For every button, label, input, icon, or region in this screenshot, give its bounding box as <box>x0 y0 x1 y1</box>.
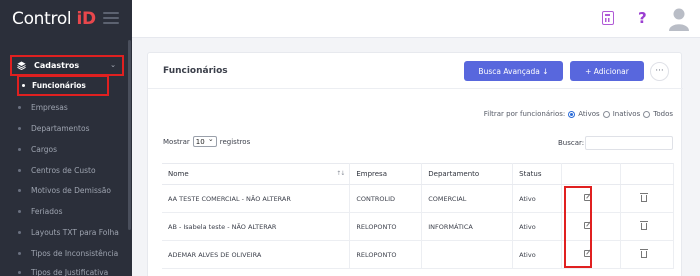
bullet-icon <box>22 84 25 87</box>
radio-todos[interactable] <box>643 110 651 118</box>
bullet-icon <box>18 105 21 109</box>
bullet-icon <box>18 126 21 130</box>
cell-status: Ativo <box>512 184 563 213</box>
search-input[interactable] <box>585 136 673 150</box>
sidebar-item-label: Empresas <box>31 102 68 112</box>
column-header-nome[interactable]: Nome ↑↓ <box>162 163 351 185</box>
cell-departamento: COMERCIAL <box>421 184 514 213</box>
column-header-departamento[interactable]: Departamento <box>421 163 514 185</box>
show-suffix: registros <box>219 137 251 146</box>
sidebar-item-cargos[interactable]: Cargos <box>18 143 57 155</box>
filter-label: Filtrar por funcionários: <box>483 110 566 118</box>
sidebar-item-departamentos[interactable]: Departamentos <box>18 122 89 134</box>
user-avatar-icon[interactable] <box>668 7 690 31</box>
trash-icon[interactable] <box>640 221 649 230</box>
employees-table: Nome ↑↓ Empresa Departamento Status AA TE… <box>162 163 674 269</box>
trash-icon[interactable] <box>640 249 649 258</box>
logo-accent: iD <box>76 9 96 29</box>
sidebar-item-feriados[interactable]: Feriados <box>18 205 63 217</box>
column-label: Nome <box>168 170 189 178</box>
radio-label: Inativos <box>612 110 641 118</box>
sidebar-item-label: Centros de Custo <box>31 165 96 175</box>
cell-nome: AA TESTE COMERCIAL - NÃO ALTERAR <box>162 184 351 213</box>
sidebar-item-layouts-txt[interactable]: Layouts TXT para Folha <box>18 226 119 238</box>
bullet-icon <box>18 251 21 255</box>
layers-icon <box>17 61 26 70</box>
sidebar-item-label: Departamentos <box>31 123 90 133</box>
radio-label: Todos <box>653 110 673 118</box>
app-logo[interactable]: Control iD <box>12 9 96 29</box>
page-title: Funcionários <box>163 66 228 76</box>
show-prefix: Mostrar <box>163 137 190 146</box>
radio-label: Ativos <box>578 110 600 118</box>
more-options-button[interactable]: ··· <box>650 62 669 81</box>
bullet-icon <box>18 168 21 172</box>
brand-area: Control iD <box>0 0 132 38</box>
sidebar-item-label: Feriados <box>31 206 63 216</box>
cell-status: Ativo <box>512 240 563 269</box>
edit-column-highlight <box>564 186 592 268</box>
sidebar-item-empresas[interactable]: Empresas <box>18 101 68 113</box>
sort-icon[interactable]: ↑↓ <box>336 170 345 177</box>
sidebar-item-funcionarios[interactable]: Funcionários <box>17 75 109 96</box>
sidebar-scrollbar[interactable] <box>128 40 131 230</box>
sidebar-item-cadastros[interactable]: Cadastros ⌄ <box>10 55 124 76</box>
table-header-row: Nome ↑↓ Empresa Departamento Status <box>162 163 674 185</box>
sidebar-item-tipos-de-justificativa[interactable]: Tipos de Justificativa <box>18 266 108 276</box>
cell-empresa: RELOPONTO <box>349 240 423 269</box>
help-icon[interactable]: ? <box>638 9 647 27</box>
calculator-icon[interactable] <box>602 11 614 25</box>
sidebar-item-centros-de-custo[interactable]: Centros de Custo <box>18 164 96 176</box>
sidebar-item-label: Funcionários <box>32 81 86 90</box>
top-bar: ? <box>132 0 700 38</box>
card-header: Funcionários Busca Avançada ↓ + Adiciona… <box>148 53 683 89</box>
bullet-icon <box>18 270 21 274</box>
menu-toggle-icon[interactable] <box>103 12 119 25</box>
radio-ativos[interactable] <box>568 110 576 118</box>
column-header-status[interactable]: Status <box>512 163 563 185</box>
cell-nome: ADEMAR ALVES DE OLIVEIRA <box>162 240 351 269</box>
sidebar-item-label: Cargos <box>31 144 58 154</box>
cell-departamento <box>421 240 514 269</box>
search-label: Buscar: <box>558 139 585 147</box>
advanced-search-button[interactable]: Busca Avançada ↓ <box>464 61 563 81</box>
table-row[interactable]: AA TESTE COMERCIAL - NÃO ALTERAR CONTROL… <box>162 184 674 213</box>
radio-inativos[interactable] <box>602 110 610 118</box>
bullet-icon <box>18 209 21 213</box>
page-size-control: Mostrar 10 registros <box>163 135 251 147</box>
sidebar-item-label: Tipos de Inconsistência <box>31 248 119 258</box>
page-size-select[interactable]: 10 <box>192 135 217 147</box>
column-header-empresa[interactable]: Empresa <box>349 163 423 185</box>
bullet-icon <box>18 147 21 151</box>
cell-empresa: CONTROLID <box>349 184 423 213</box>
sidebar-item-label: Cadastros <box>34 61 80 70</box>
sidebar: Control iD Cadastros ⌄ Funcionários Empr… <box>0 0 132 276</box>
bullet-icon <box>18 230 21 234</box>
sidebar-item-label: Layouts TXT para Folha <box>31 227 119 237</box>
add-employee-button[interactable]: + Adicionar <box>570 61 644 81</box>
table-row[interactable]: AB - Isabela teste - NÃO ALTERAR RELOPON… <box>162 212 674 241</box>
table-row[interactable]: ADEMAR ALVES DE OLIVEIRA RELOPONTO Ativo <box>162 240 674 269</box>
chevron-down-icon: ⌄ <box>110 61 116 69</box>
cell-empresa: RELOPONTO <box>349 212 423 241</box>
employee-filter: Filtrar por funcionários: Ativos Inativo… <box>484 110 673 118</box>
logo-text: Control <box>12 9 77 29</box>
column-header-delete <box>620 163 674 185</box>
column-header-edit <box>561 163 622 185</box>
sidebar-item-tipos-de-inconsistencia[interactable]: Tipos de Inconsistência <box>18 247 118 259</box>
cell-status: Ativo <box>512 212 563 241</box>
trash-icon[interactable] <box>640 193 649 202</box>
sidebar-item-motivos-de-demissao[interactable]: Motivos de Demissão <box>18 184 111 196</box>
bullet-icon <box>18 188 21 192</box>
sidebar-item-label: Motivos de Demissão <box>31 185 111 195</box>
sidebar-item-label: Tipos de Justificativa <box>31 267 109 276</box>
cell-nome: AB - Isabela teste - NÃO ALTERAR <box>162 212 351 241</box>
cell-departamento: INFORMÁTICA <box>421 212 514 241</box>
